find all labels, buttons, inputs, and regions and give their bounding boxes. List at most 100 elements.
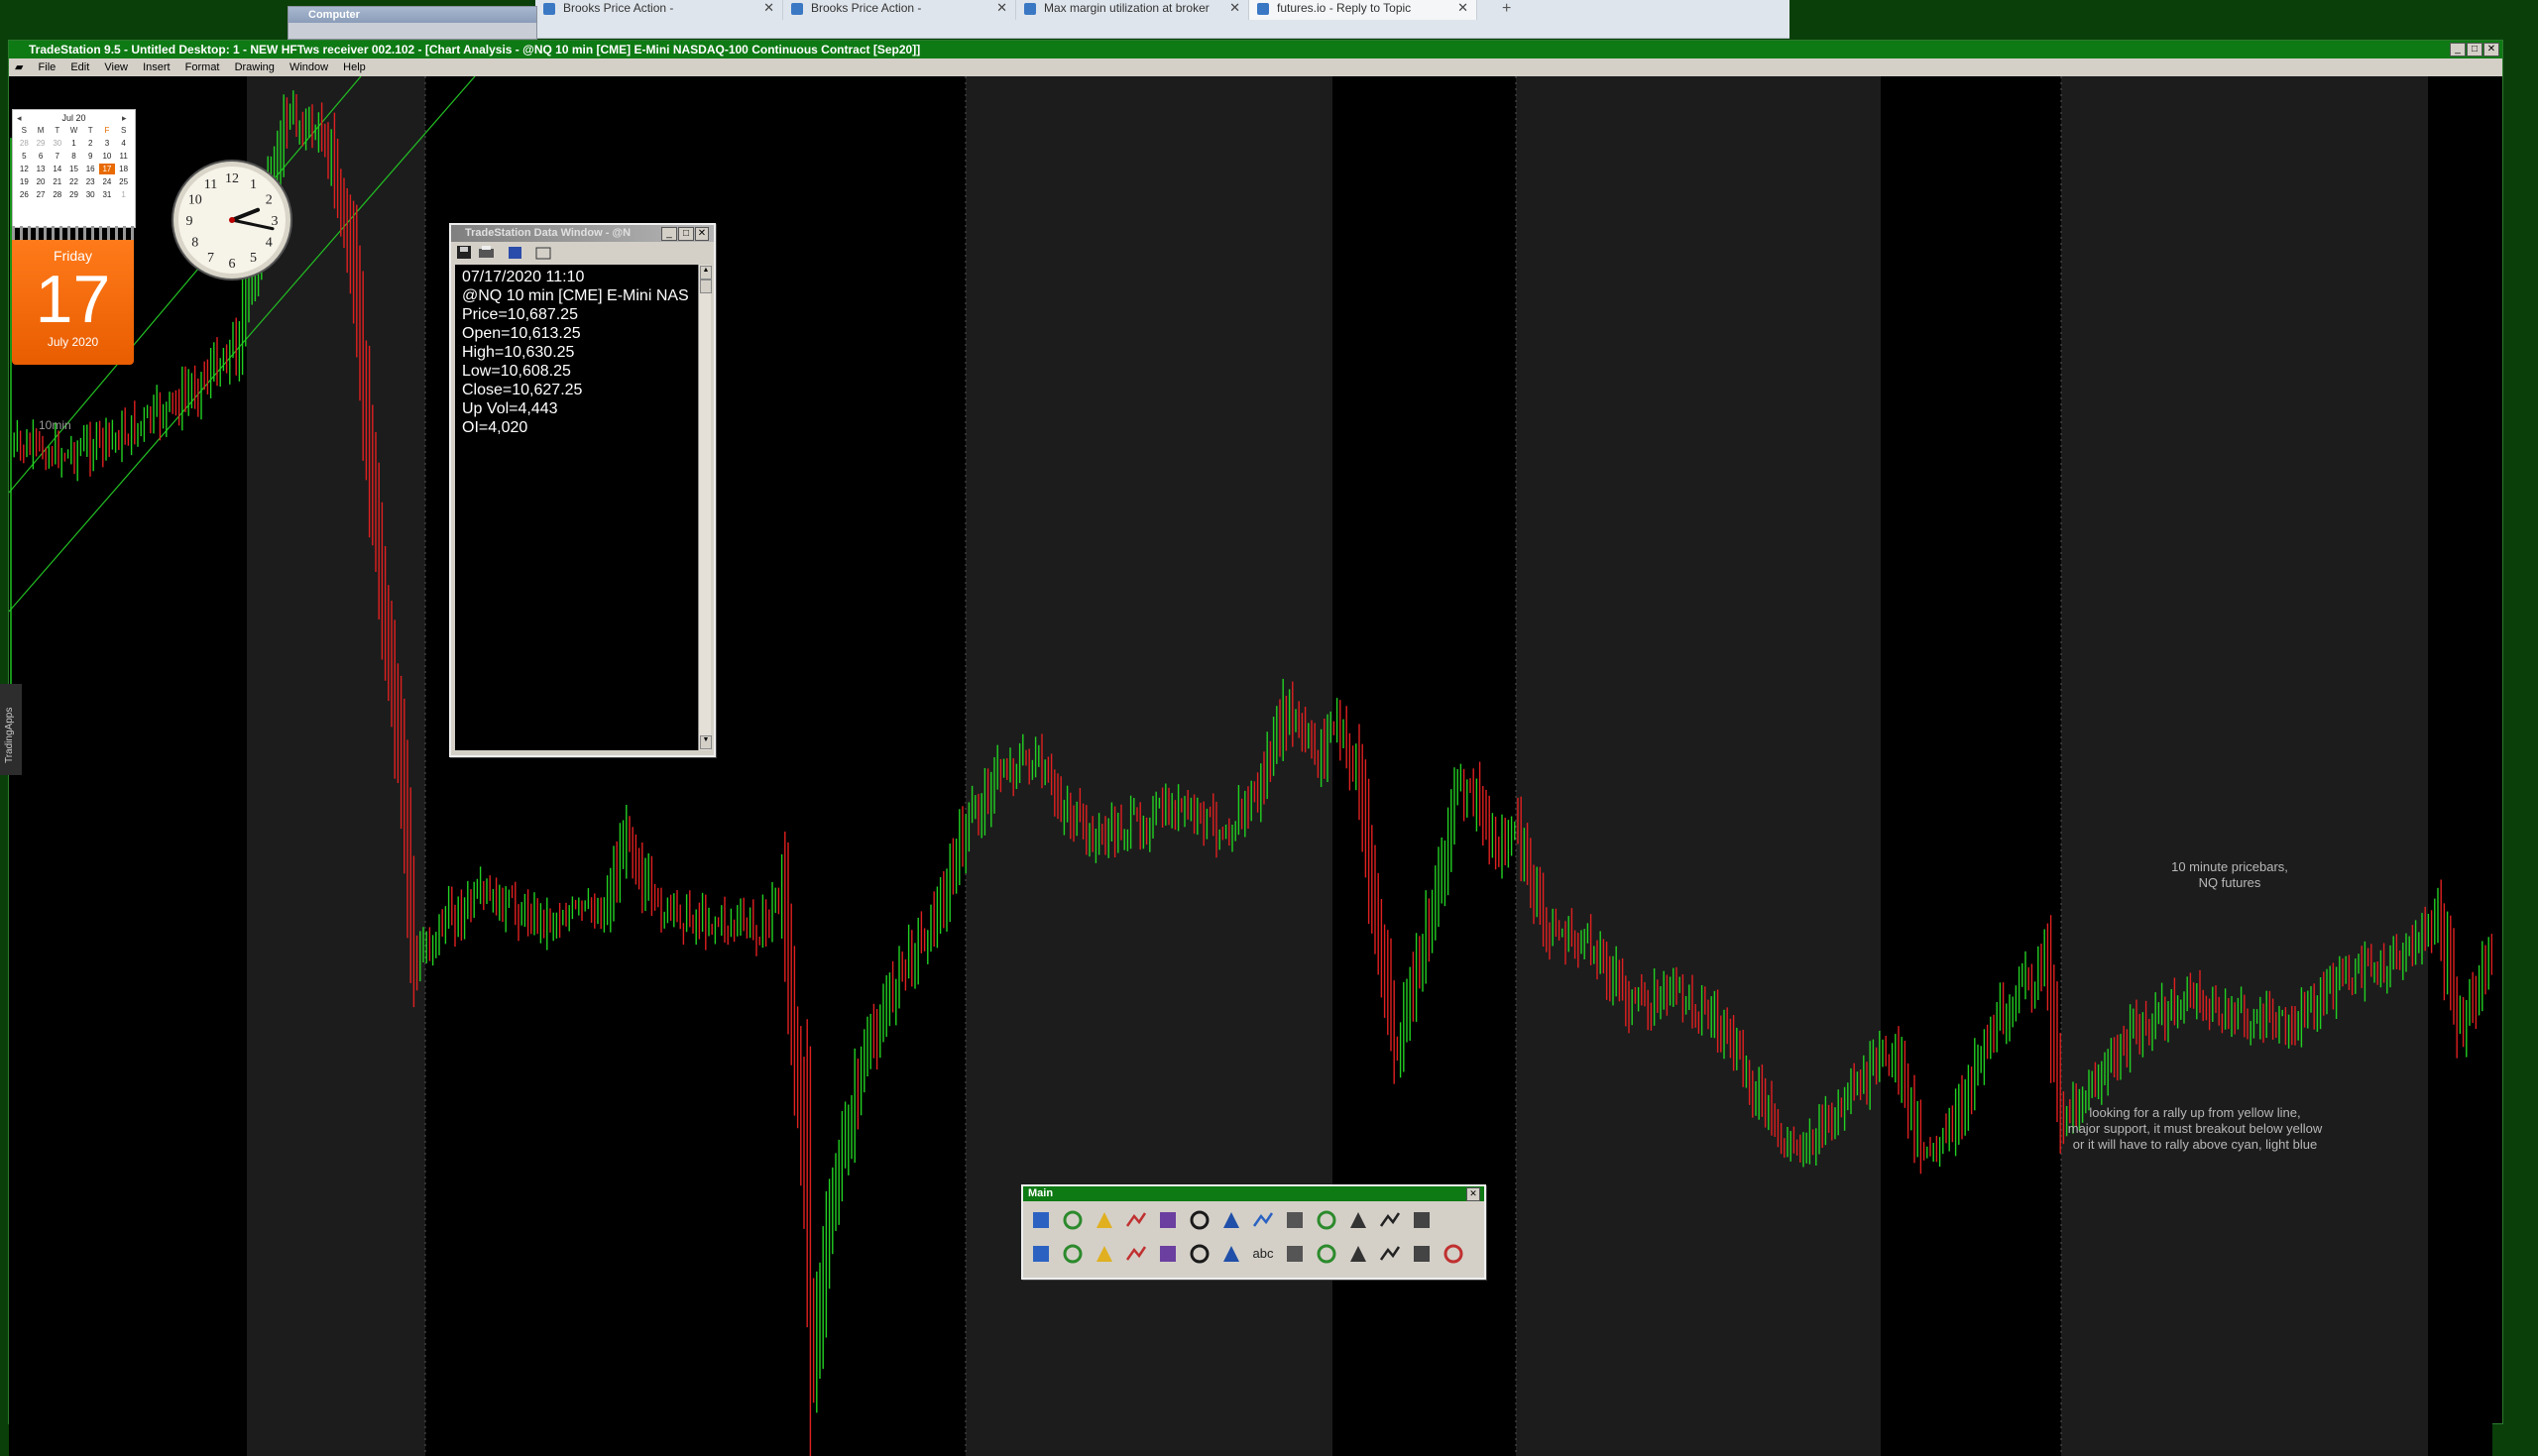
menu-edit[interactable]: Edit xyxy=(70,61,89,73)
calendar-day[interactable]: 18 xyxy=(115,164,132,174)
scroll-up-icon[interactable]: ▲ xyxy=(700,266,712,280)
fib-icon[interactable] xyxy=(1346,1242,1370,1266)
calendar-day[interactable]: 28 xyxy=(16,138,33,149)
calendar-day[interactable]: 4 xyxy=(115,138,132,149)
main-toolbar-close-button[interactable]: ✕ xyxy=(1466,1187,1480,1201)
line-tool-icon[interactable] xyxy=(1410,1208,1434,1232)
curve-icon[interactable] xyxy=(1378,1208,1402,1232)
calendar-day[interactable]: 21 xyxy=(49,176,65,187)
calendar-day[interactable]: 15 xyxy=(65,164,82,174)
next-month-icon[interactable]: ▸ xyxy=(122,113,127,124)
sheet-icon[interactable] xyxy=(1093,1242,1116,1266)
close-tab-icon[interactable]: ✕ xyxy=(996,0,1007,16)
app-menu-icon[interactable]: ▰ xyxy=(15,61,23,73)
menu-window[interactable]: Window xyxy=(289,61,328,73)
play-end-icon[interactable] xyxy=(1219,1208,1243,1232)
browser-tab-3[interactable]: Max margin utilization at broker ✕ xyxy=(1016,0,1249,20)
bars-icon[interactable] xyxy=(1124,1242,1148,1266)
calendar-day[interactable]: 1 xyxy=(115,189,132,200)
calendar-day[interactable]: 6 xyxy=(33,151,50,162)
list-icon[interactable] xyxy=(1188,1242,1211,1266)
calendar-day[interactable]: 22 xyxy=(65,176,82,187)
calendar-day[interactable]: 25 xyxy=(115,176,132,187)
browser-tab-2[interactable]: Brooks Price Action - ✕ xyxy=(783,0,1016,20)
calendar-day[interactable]: 29 xyxy=(33,138,50,149)
open-folder-icon[interactable] xyxy=(1093,1208,1116,1232)
scale-icon[interactable] xyxy=(1410,1242,1434,1266)
menu-file[interactable]: File xyxy=(39,61,57,73)
calendar-day[interactable]: 17 xyxy=(98,164,116,174)
dw-maximize-button[interactable]: □ xyxy=(678,227,694,241)
calendar-day[interactable]: 16 xyxy=(82,164,99,174)
calendar-day[interactable]: 11 xyxy=(115,151,132,162)
calendar-day[interactable]: 12 xyxy=(16,164,33,174)
calendar-day[interactable]: 23 xyxy=(82,176,99,187)
calendar-day[interactable]: 2 xyxy=(82,138,99,149)
data-window[interactable]: TradeStation Data Window - @N _ □ ✕ 07/1… xyxy=(449,223,716,757)
grid-icon[interactable] xyxy=(1346,1208,1370,1232)
clock-gadget[interactable]: 12 12 3 45678 9 1011 xyxy=(171,159,293,281)
calendar-day[interactable]: 5 xyxy=(16,151,33,162)
new-doc-icon[interactable] xyxy=(1188,1208,1211,1232)
main-toolbar[interactable]: Main ✕ abc xyxy=(1021,1184,1486,1280)
chart-icon[interactable] xyxy=(1061,1242,1085,1266)
calendar-day[interactable]: 28 xyxy=(49,189,65,200)
menu-view[interactable]: View xyxy=(104,61,128,73)
color-icon[interactable] xyxy=(1315,1208,1338,1232)
calendar-day[interactable]: 7 xyxy=(49,151,65,162)
maximize-button[interactable]: □ xyxy=(2467,43,2482,56)
calendar-day[interactable]: 13 xyxy=(33,164,50,174)
zoom-out-icon[interactable] xyxy=(1283,1208,1307,1232)
calendar-day[interactable]: 26 xyxy=(16,189,33,200)
minimize-button[interactable]: _ xyxy=(2450,43,2466,56)
refresh-icon[interactable] xyxy=(1029,1208,1053,1232)
menu-help[interactable]: Help xyxy=(343,61,366,73)
copy-icon[interactable] xyxy=(1124,1208,1148,1232)
calendar-day[interactable]: 9 xyxy=(82,151,99,162)
close-tab-icon[interactable]: ✕ xyxy=(763,0,774,16)
dw-minimize-button[interactable]: _ xyxy=(661,227,677,241)
detach-icon[interactable] xyxy=(535,247,551,260)
close-tab-icon[interactable]: ✕ xyxy=(1229,0,1240,16)
oval-icon[interactable] xyxy=(1219,1242,1243,1266)
calendar-day[interactable]: 27 xyxy=(33,189,50,200)
wave-icon[interactable] xyxy=(1378,1242,1402,1266)
calendar-day[interactable]: 8 xyxy=(65,151,82,162)
dots-icon[interactable] xyxy=(1029,1242,1053,1266)
zoom-in-icon[interactable] xyxy=(1251,1208,1275,1232)
monitor-icon[interactable] xyxy=(1156,1242,1180,1266)
calendar-gadget[interactable]: ◂ Jul 20 ▸ S M T W T F S 28 29 30 1 2 3 4 5 6 7 8 9 10 11 12 1… xyxy=(12,109,136,365)
scroll-down-icon[interactable]: ▼ xyxy=(700,735,712,749)
calendar-day[interactable]: 20 xyxy=(33,176,50,187)
grid-view-icon[interactable] xyxy=(509,247,521,259)
window-icon[interactable] xyxy=(1061,1208,1085,1232)
dw-close-button[interactable]: ✕ xyxy=(695,227,709,241)
print-icon[interactable] xyxy=(479,249,494,258)
close-button[interactable]: ✕ xyxy=(2483,43,2499,56)
computer-window[interactable]: Computer xyxy=(288,6,537,40)
browser-tab-1[interactable]: Brooks Price Action - ✕ xyxy=(535,0,783,20)
menu-insert[interactable]: Insert xyxy=(143,61,171,73)
paste-icon[interactable] xyxy=(1156,1208,1180,1232)
calendar-day[interactable]: 14 xyxy=(49,164,65,174)
angle-icon[interactable] xyxy=(1442,1242,1465,1266)
calendar-day[interactable]: 24 xyxy=(99,176,116,187)
trendline-icon[interactable] xyxy=(1315,1242,1338,1266)
scroll-thumb[interactable] xyxy=(700,280,712,293)
browser-tab-4[interactable]: futures.io - Reply to Topic ✕ xyxy=(1249,0,1477,20)
new-tab-icon[interactable]: + xyxy=(1502,0,1511,18)
text-icon[interactable]: abc xyxy=(1251,1242,1275,1266)
calendar-day[interactable]: 29 xyxy=(65,189,82,200)
calendar-day[interactable]: 30 xyxy=(82,189,99,200)
menu-format[interactable]: Format xyxy=(185,61,220,73)
calendar-day[interactable]: 19 xyxy=(16,176,33,187)
menu-drawing[interactable]: Drawing xyxy=(235,61,275,73)
data-window-scrollbar[interactable]: ▲ ▼ xyxy=(698,265,712,750)
close-tab-icon[interactable]: ✕ xyxy=(1457,0,1468,16)
calendar-day[interactable]: 10 xyxy=(99,151,116,162)
trading-apps-tab[interactable]: TradingApps xyxy=(0,684,22,775)
calendar-day[interactable]: 31 xyxy=(99,189,116,200)
calendar-day[interactable]: 1 xyxy=(65,138,82,149)
calendar-day[interactable]: 3 xyxy=(99,138,116,149)
calendar-day[interactable]: 30 xyxy=(49,138,65,149)
